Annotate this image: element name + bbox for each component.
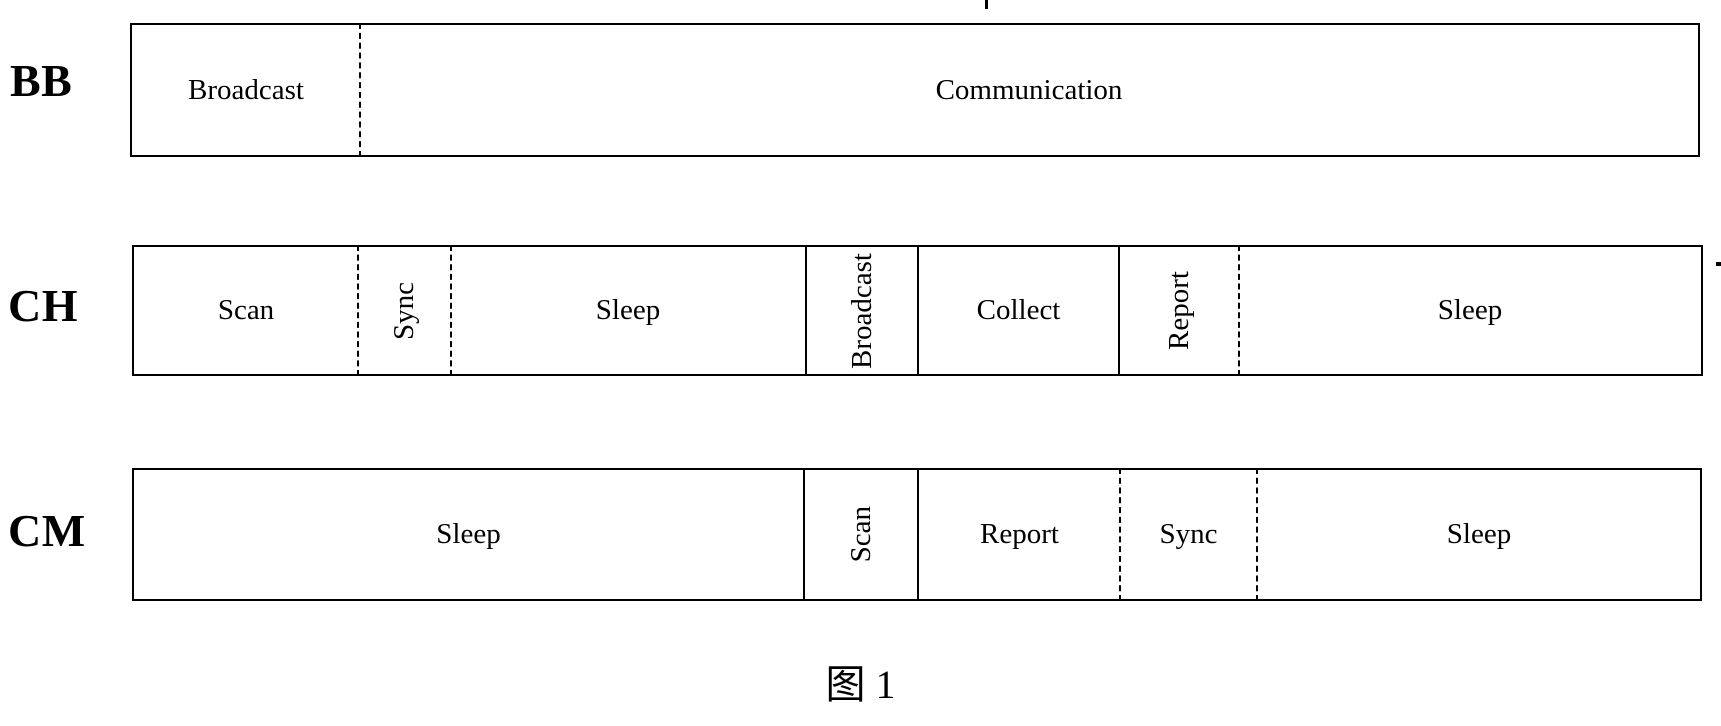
segment-ch-broadcast: Broadcast — [807, 247, 919, 374]
timeline-bar-ch: Scan Sync Sleep Broadcast Collect Report… — [132, 245, 1703, 376]
segment-label: Report — [1163, 271, 1195, 350]
segment-label: Sleep — [595, 294, 661, 326]
segment-cm-sleep-2: Sleep — [1257, 470, 1701, 599]
segment-cm-sleep-1: Sleep — [134, 470, 805, 599]
segment-cm-scan: Scan — [805, 470, 919, 599]
scan-artifact-tick-top — [985, 0, 988, 9]
row-label-bb: BB — [10, 55, 73, 106]
timeline-bar-cm: Sleep Scan Report Sync Sleep — [132, 468, 1702, 601]
segment-label: Communication — [935, 73, 1123, 106]
segment-bb-broadcast: Broadcast — [132, 23, 361, 157]
segment-label: Sleep — [436, 518, 501, 550]
timeline-bar-bb: Broadcast Communication — [130, 23, 1700, 157]
segment-label: Sync — [388, 281, 420, 340]
segment-label: Report — [980, 518, 1059, 550]
segment-label: Collect — [976, 294, 1061, 326]
segment-ch-report: Report — [1120, 245, 1240, 376]
row-label-ch: CH — [8, 280, 78, 331]
segment-label: Broadcast — [188, 73, 304, 106]
segment-label: Sleep — [1446, 518, 1512, 550]
segment-ch-scan: Scan — [134, 245, 359, 376]
segment-ch-sync: Sync — [358, 245, 452, 376]
segment-label: Sleep — [1437, 294, 1503, 326]
segment-cm-sync: Sync — [1120, 468, 1258, 601]
segment-label: Broadcast — [845, 252, 878, 369]
segment-bb-communication: Communication — [360, 25, 1698, 155]
segment-label: Sync — [1159, 518, 1218, 550]
row-label-cm: CM — [8, 505, 86, 556]
segment-label: Scan — [217, 294, 275, 326]
segment-cm-report: Report — [919, 468, 1121, 601]
segment-ch-sleep-1: Sleep — [451, 247, 807, 374]
scan-artifact-tick-right — [1716, 262, 1721, 266]
segment-ch-collect: Collect — [919, 247, 1120, 374]
segment-label: Scan — [844, 506, 877, 563]
segment-ch-sleep-2: Sleep — [1239, 247, 1701, 374]
figure-caption: 图 1 — [825, 662, 896, 707]
figure-1-timeline-diagram: BB Broadcast Communication CH Scan Sync … — [0, 0, 1721, 726]
